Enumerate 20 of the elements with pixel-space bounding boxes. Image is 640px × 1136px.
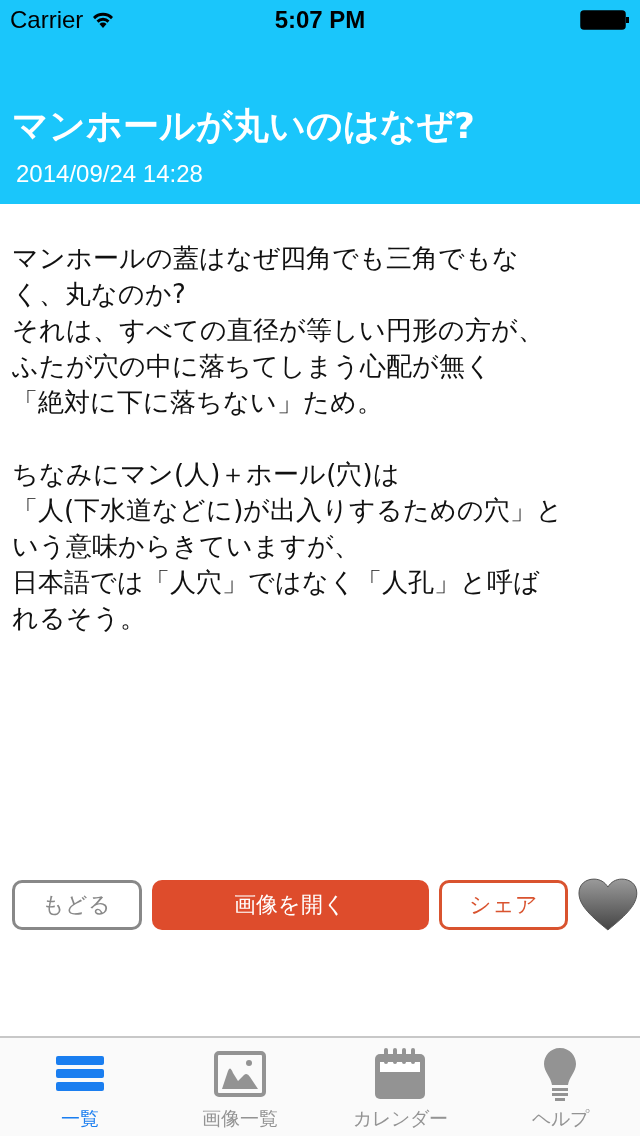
- lightbulb-icon: [543, 1047, 577, 1101]
- wifi-icon: [91, 11, 116, 29]
- open-image-button[interactable]: 画像を開く: [151, 880, 429, 930]
- heart-icon[interactable]: [578, 878, 638, 932]
- share-button[interactable]: シェア: [438, 880, 569, 930]
- status-time: 5:07 PM: [274, 6, 366, 34]
- article-title: マンホールが丸いのはなぜ?: [11, 104, 476, 148]
- back-button[interactable]: もどる: [12, 880, 142, 930]
- calendar-icon: [374, 1048, 426, 1100]
- tab-item[interactable]: ヘルプ: [480, 1038, 640, 1136]
- article-paragraph: ちなみにマン(人)＋ホール(穴)は 「人(下水道などに)が出入りするための穴」と いう意味からきていますが、 日本語では「人穴」ではなく「人孔」と呼ば れるそう。: [12, 458, 565, 635]
- image-icon: [214, 1051, 266, 1097]
- article-paragraph: マンホールの蓋はなぜ四角でも三角でもな く、丸なのか? それは、すべての直径が等しい円形の方が、 ふたが穴の中に落ちてしまう心配が無く 「絶対に下に落ちない」ため。: [12, 242, 545, 419]
- tab-item[interactable]: 画像一覧: [160, 1038, 320, 1136]
- tab-item[interactable]: 一覧: [0, 1038, 160, 1136]
- carrier-label: Carrier: [10, 6, 84, 34]
- tab-item[interactable]: カレンダー: [320, 1038, 480, 1136]
- battery-icon: [580, 10, 630, 30]
- menu-icon: [56, 1056, 104, 1092]
- article-date: 2014/09/24 14:28: [15, 159, 204, 188]
